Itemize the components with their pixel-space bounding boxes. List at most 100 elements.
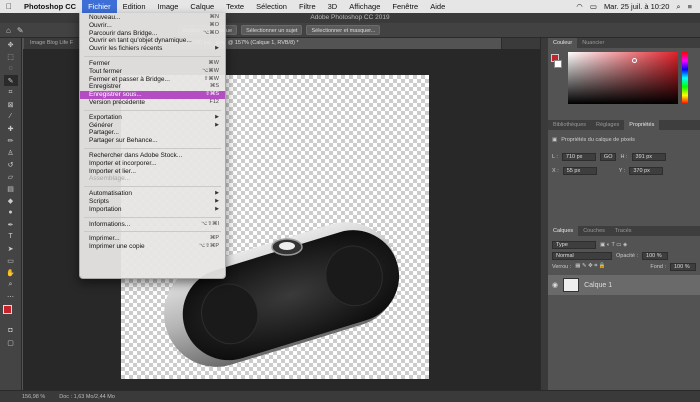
type-tool-icon[interactable]: T (4, 231, 18, 242)
menu-item[interactable]: Générer ▶ (80, 122, 225, 130)
menu-item[interactable]: Imprimer une copie ⌥⇧⌘P (80, 243, 225, 251)
eraser-tool-icon[interactable]: ▱ (4, 171, 18, 182)
menu-fenetre[interactable]: Fenêtre (386, 0, 424, 13)
menu-item[interactable]: Enregistrer sous... ⇧⌘S (80, 91, 225, 99)
menu-item[interactable]: Importer et lier... (80, 168, 225, 176)
foreground-color-swatch[interactable] (3, 305, 12, 314)
width-field[interactable]: 710 px (561, 152, 596, 161)
select-subject-button[interactable]: Sélectionner un sujet (241, 25, 303, 35)
menu-affichage[interactable]: Affichage (343, 0, 386, 13)
y-field[interactable]: 370 px (629, 166, 664, 175)
tab-image-blog[interactable]: Image Blog Life F (24, 38, 82, 49)
quick-mask-icon[interactable]: ◘ (4, 325, 18, 336)
zoom-level[interactable]: 156,98 % (22, 394, 45, 400)
tab-reglages[interactable]: Réglages (591, 120, 624, 130)
menu-calque[interactable]: Calque (184, 0, 220, 13)
select-and-mask-button[interactable]: Sélectionner et masquer... (306, 25, 381, 35)
color-field[interactable] (568, 52, 678, 104)
gradient-tool-icon[interactable]: ▤ (4, 183, 18, 194)
menu-list-icon[interactable]: ≡ (688, 2, 692, 11)
menu-item[interactable]: Fermer et passer à Bridge... ⇧⌘W (80, 76, 225, 84)
menu-3d[interactable]: 3D (322, 0, 344, 13)
search-icon[interactable]: ⌕ (676, 2, 680, 12)
blend-mode-select[interactable]: Normal (552, 251, 612, 260)
eyedropper-tool-icon[interactable]: ⁄ (4, 111, 18, 122)
screen-mode-icon[interactable]: ▢ (4, 337, 18, 348)
zoom-tool-icon[interactable]: ⌕ (4, 279, 18, 290)
filter-icons[interactable]: ▣ ◐ T ▭ ◈ (600, 242, 627, 248)
blur-tool-icon[interactable]: ◆ (4, 195, 18, 206)
marquee-tool-icon[interactable]: ⬚ (4, 51, 18, 62)
menu-app-name[interactable]: Photoshop CC (18, 0, 82, 13)
quick-select-icon[interactable]: ✎ (17, 26, 24, 35)
battery-icon[interactable]: ▭ (590, 2, 597, 11)
history-brush-tool-icon[interactable]: ↺ (4, 159, 18, 170)
menu-edition[interactable]: Edition (117, 0, 152, 13)
menu-item[interactable]: Version précédente F12 (80, 99, 225, 107)
quick-selection-tool-icon[interactable]: ✎ (3, 75, 18, 86)
tab-bibliotheques[interactable]: Bibliothèques (548, 120, 591, 130)
menu-item-label: Imprimer... (89, 235, 120, 243)
menu-filtre[interactable]: Filtre (293, 0, 322, 13)
hue-slider[interactable] (682, 52, 688, 104)
lock-icons[interactable]: ▦ ✎ ✥ ⌗ 🔒 (575, 263, 605, 270)
path-selection-tool-icon[interactable]: ➤ (4, 243, 18, 254)
layer-kind-filter[interactable]: Type (552, 240, 596, 249)
tab-proprietes[interactable]: Propriétés (624, 120, 660, 130)
tab-couleur[interactable]: Couleur (548, 38, 578, 48)
menu-item[interactable]: Scripts ▶ (80, 198, 225, 206)
height-field[interactable]: 391 px (631, 152, 666, 161)
pen-tool-icon[interactable]: ✒ (4, 219, 18, 230)
menu-selection[interactable]: Sélection (250, 0, 293, 13)
healing-brush-tool-icon[interactable]: ✚ (4, 123, 18, 134)
stamp-tool-icon[interactable]: ♙ (4, 147, 18, 158)
menu-item[interactable]: Importer et incorporer... (80, 160, 225, 168)
tab-nuancier[interactable]: Nuancier (577, 38, 609, 48)
clock-text[interactable]: Mar. 25 juil. à 10:20 (604, 2, 669, 11)
menu-item[interactable]: Imprimer... ⌘P (80, 235, 225, 243)
crop-tool-icon[interactable]: ⌗ (4, 87, 18, 98)
more-tools-icon[interactable]: ⋯ (4, 291, 18, 302)
menu-item[interactable]: Partager sur Behance... (80, 137, 225, 145)
home-icon[interactable]: ⌂ (6, 26, 11, 35)
opacity-field[interactable]: 100 % (642, 251, 669, 260)
tab-couches[interactable]: Couches (578, 226, 610, 236)
menu-texte[interactable]: Texte (220, 0, 250, 13)
menu-item[interactable]: Ouvrir... ⌘O (80, 22, 225, 30)
eye-icon[interactable]: ◉ (552, 281, 558, 289)
brush-tool-icon[interactable]: ✏ (4, 135, 18, 146)
menu-item[interactable]: Importation ▶ (80, 206, 225, 214)
menu-aide[interactable]: Aide (424, 0, 451, 13)
x-field[interactable]: 55 px (562, 166, 597, 175)
move-tool-icon[interactable]: ✥ (4, 39, 18, 50)
layer-row[interactable]: ◉ Calque 1 (548, 275, 700, 295)
menu-item[interactable]: Ouvrir en tant qu'objet dynamique... (80, 37, 225, 45)
tab-traces[interactable]: Tracés (610, 226, 637, 236)
menu-item[interactable]: Rechercher dans Adobe Stock... (80, 152, 225, 160)
menu-item[interactable]: Parcourir dans Bridge... ⌥⌘O (80, 30, 225, 38)
menu-item[interactable]: Informations... ⌥⇧⌘I (80, 221, 225, 229)
menu-item[interactable]: Exportation ▶ (80, 114, 225, 122)
menu-item[interactable]: Ouvrir les fichiers récents ▶ (80, 45, 225, 53)
wifi-icon[interactable]: ◠ (576, 2, 583, 11)
menu-image[interactable]: Image (152, 0, 185, 13)
menu-item[interactable]: Fermer ⌘W (80, 60, 225, 68)
fill-field[interactable]: 100 % (670, 262, 696, 271)
hand-tool-icon[interactable]: ✋ (4, 267, 18, 278)
color-swatches[interactable] (0, 304, 21, 324)
menu-fichier[interactable]: Fichier (82, 0, 117, 13)
menu-item[interactable]: Nouveau... ⌘N (80, 14, 225, 22)
menu-item[interactable]: Partager... (80, 129, 225, 137)
shape-tool-icon[interactable]: ▭ (4, 255, 18, 266)
color-bg-swatch[interactable] (554, 60, 562, 68)
tab-calques[interactable]: Calques (548, 226, 579, 236)
apple-icon[interactable]:  (0, 0, 18, 13)
layer-name[interactable]: Calque 1 (584, 282, 612, 289)
menu-item[interactable]: Tout fermer ⌥⌘W (80, 68, 225, 76)
link-dimensions-button[interactable]: GO (599, 152, 617, 161)
dodge-tool-icon[interactable]: ● (4, 207, 18, 218)
lasso-tool-icon[interactable]: ◌ (4, 63, 18, 74)
menu-item[interactable]: Enregistrer ⌘S (80, 83, 225, 91)
frame-tool-icon[interactable]: ⊠ (4, 99, 18, 110)
menu-item[interactable]: Automatisation ▶ (80, 190, 225, 198)
